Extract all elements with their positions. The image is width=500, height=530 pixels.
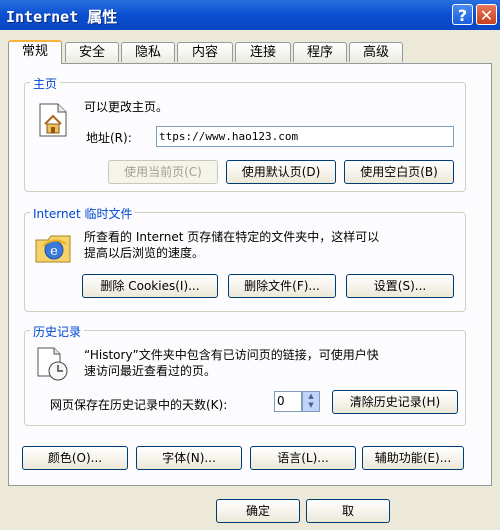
temp-files-group-label: Internet 临时文件 [30, 205, 136, 222]
home-page-description: 可以更改主页。 [84, 100, 169, 114]
spin-down-icon[interactable]: ▼ [303, 401, 319, 410]
history-description-line1: “History”文件夹中包含有已访问页的链接，可使用户快 [84, 348, 379, 362]
history-days-input[interactable]: 0 [274, 391, 302, 412]
ie-folder-icon: e [35, 235, 71, 263]
svg-text:e: e [50, 244, 58, 259]
help-button[interactable]: ? [452, 4, 473, 25]
tab-security[interactable]: 安全 [65, 42, 119, 62]
home-page-icon [39, 103, 67, 137]
tab-content[interactable]: 内容 [177, 42, 233, 62]
question-icon: ? [457, 6, 468, 25]
tab-privacy[interactable]: 隐私 [121, 42, 175, 62]
accessibility-button[interactable]: 辅助功能(E)... [362, 446, 464, 470]
title-bar: Internet 属性 ? ✕ [0, 0, 500, 30]
address-label: 地址(R): [86, 131, 132, 145]
fonts-button[interactable]: 字体(N)... [136, 446, 242, 470]
close-button[interactable]: ✕ [476, 4, 497, 25]
close-icon: ✕ [479, 6, 494, 25]
spin-up-icon[interactable]: ▲ [303, 392, 319, 401]
use-current-button[interactable]: 使用当前页(C) [108, 160, 218, 184]
tab-general[interactable]: 常规 [8, 40, 62, 64]
delete-cookies-button[interactable]: 删除 Cookies(I)... [82, 274, 218, 298]
history-group-label: 历史记录 [30, 323, 85, 340]
window-title: Internet 属性 [6, 8, 118, 26]
home-page-group-label: 主页 [30, 75, 61, 92]
home-page-address-input[interactable]: ttps://www.hao123.com [156, 126, 454, 147]
tab-advanced[interactable]: 高级 [349, 42, 403, 62]
clear-history-button[interactable]: 清除历史记录(H) [332, 390, 458, 414]
cancel-button[interactable]: 取 [306, 499, 390, 523]
use-blank-button[interactable]: 使用空白页(B) [344, 160, 454, 184]
history-days-label: 网页保存在历史记录中的天数(K): [50, 398, 228, 412]
temp-files-description-line2: 提高以后浏览的速度。 [84, 246, 205, 260]
delete-files-button[interactable]: 删除文件(F)... [228, 274, 336, 298]
history-days-spinner[interactable]: ▲ ▼ [302, 391, 320, 412]
settings-button[interactable]: 设置(S)... [346, 274, 454, 298]
tab-connections[interactable]: 连接 [235, 42, 291, 62]
ok-button[interactable]: 确定 [216, 499, 300, 523]
tab-programs[interactable]: 程序 [293, 42, 347, 62]
history-icon [37, 347, 68, 381]
history-description-line2: 速访问最近查看过的页。 [84, 364, 217, 378]
temp-files-description-line1: 所查看的 Internet 页存储在特定的文件夹中，这样可以 [84, 230, 380, 244]
use-default-button[interactable]: 使用默认页(D) [226, 160, 336, 184]
colors-button[interactable]: 颜色(O)... [22, 446, 128, 470]
languages-button[interactable]: 语言(L)... [250, 446, 356, 470]
